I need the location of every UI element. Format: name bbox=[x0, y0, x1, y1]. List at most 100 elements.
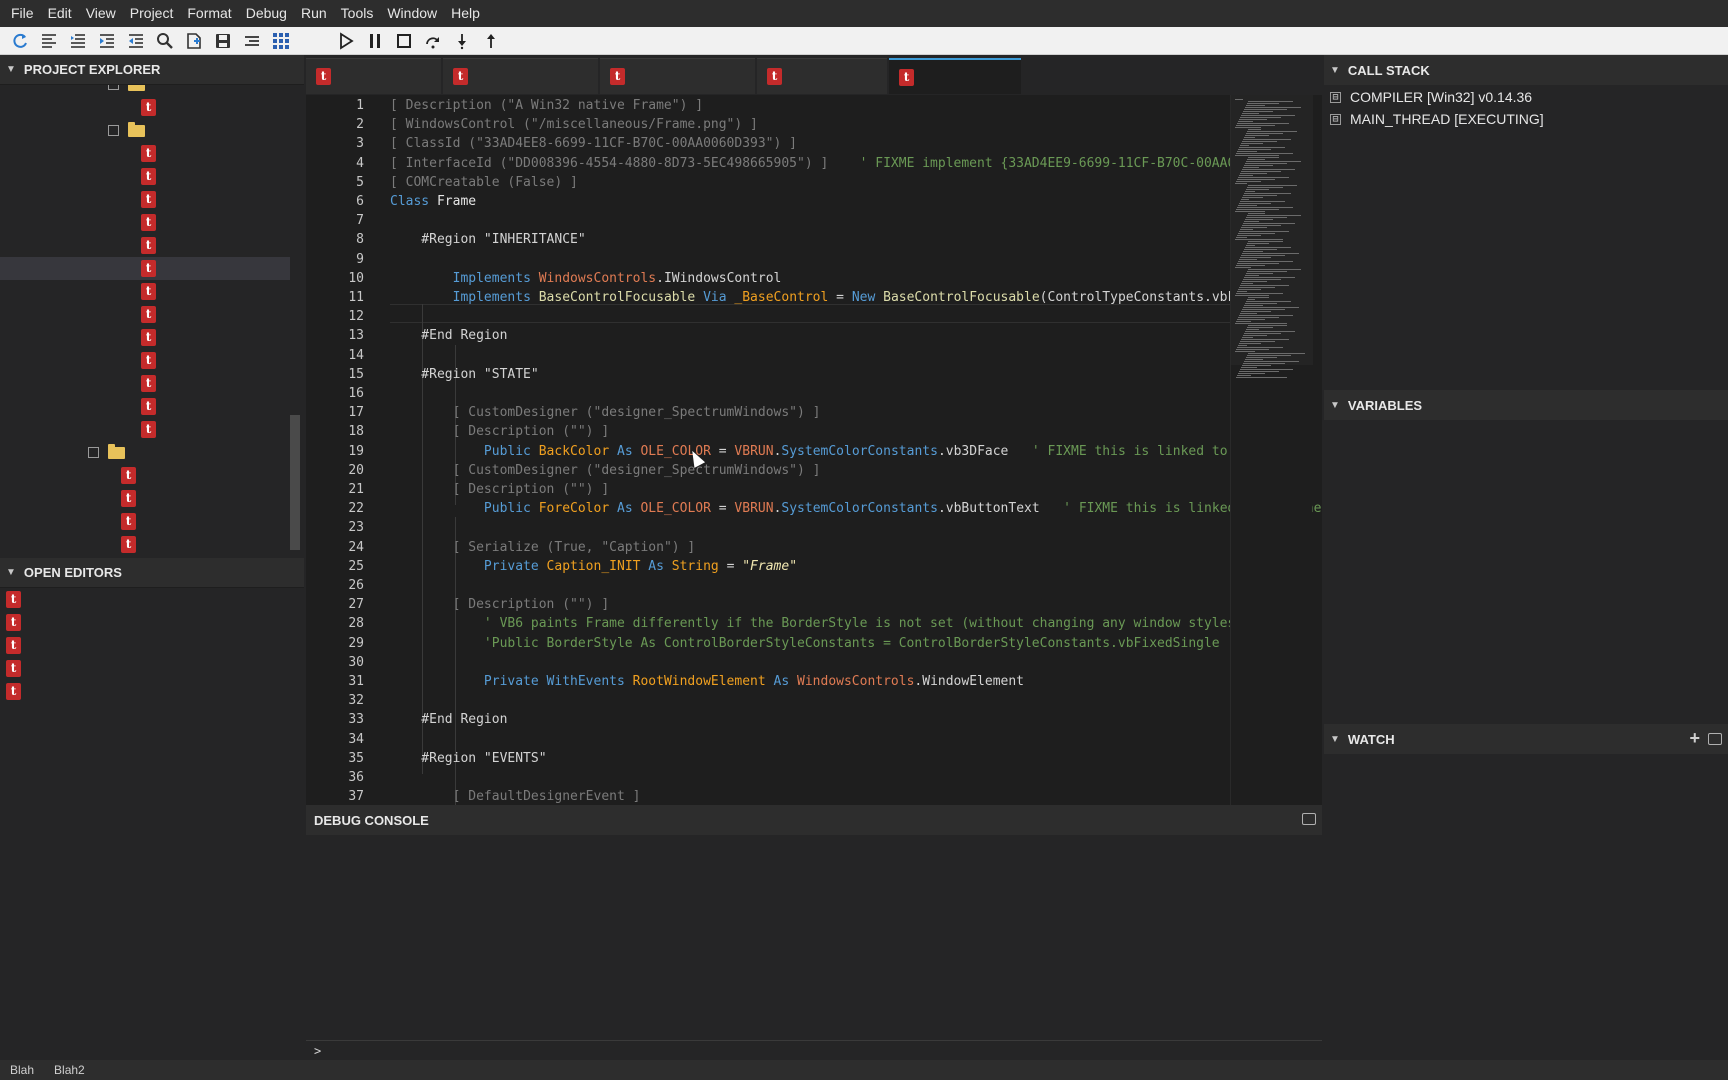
editor-tab[interactable]: t bbox=[600, 58, 755, 94]
tree-file[interactable]: t bbox=[121, 464, 144, 487]
menu-window[interactable]: Window bbox=[380, 0, 444, 27]
code-line[interactable]: [ CustomDesigner ("designer_SpectrumWind… bbox=[390, 403, 821, 422]
project-explorer-header[interactable]: ▼ PROJECT EXPLORER bbox=[0, 55, 304, 85]
code-line[interactable]: Implements BaseControlFocusable Via _Bas… bbox=[390, 288, 1275, 307]
tree-folder[interactable] bbox=[88, 441, 130, 464]
tree-file[interactable]: t bbox=[121, 487, 144, 510]
clear-watch-icon[interactable] bbox=[1708, 733, 1722, 745]
tree-file[interactable]: t bbox=[141, 211, 164, 234]
collapse-triangle-icon[interactable]: ▼ bbox=[6, 64, 16, 75]
code-line[interactable]: [ Description ("") ] bbox=[390, 480, 610, 499]
expand-icon[interactable]: ⊟ bbox=[1330, 91, 1341, 103]
menu-view[interactable]: View bbox=[79, 0, 123, 27]
code-line[interactable]: [ ClassId ("33AD4EE8-6699-11CF-B70C-00AA… bbox=[390, 134, 797, 153]
indent-icon[interactable] bbox=[95, 29, 119, 53]
play-icon[interactable] bbox=[334, 29, 358, 53]
tree-folder[interactable] bbox=[108, 85, 150, 96]
code-line[interactable]: Class Frame bbox=[390, 192, 476, 211]
menu-file[interactable]: File bbox=[4, 0, 41, 27]
code-line[interactable]: #Region "STATE" bbox=[390, 365, 538, 384]
code-line[interactable]: Public ForeColor As OLE_COLOR = VBRUN.Sy… bbox=[390, 499, 1322, 518]
collapse-triangle-icon[interactable]: ▼ bbox=[1330, 65, 1340, 76]
open-editor-item[interactable]: t bbox=[6, 657, 29, 680]
code-minimap[interactable] bbox=[1230, 95, 1313, 805]
menu-run[interactable]: Run bbox=[294, 0, 334, 27]
code-line[interactable]: Private WithEvents RootWindowElement As … bbox=[390, 672, 1024, 691]
refresh-icon[interactable] bbox=[8, 29, 32, 53]
tree-file[interactable]: t bbox=[141, 165, 164, 188]
tree-file[interactable]: t bbox=[141, 280, 164, 303]
code-editor[interactable]: 1 2 3 4 5 6 7 8 9 10 11 12 13 14 15 16 17 18 19 20 21 22 23 24 2… bbox=[306, 95, 1322, 805]
collapse-triangle-icon[interactable]: ▼ bbox=[6, 567, 16, 578]
menu-help[interactable]: Help bbox=[444, 0, 487, 27]
tree-file[interactable]: t bbox=[141, 372, 164, 395]
menu-debug[interactable]: Debug bbox=[239, 0, 294, 27]
clear-console-icon[interactable] bbox=[1302, 813, 1316, 825]
code-line[interactable]: #Region "EVENTS" bbox=[390, 749, 546, 768]
debug-console-input[interactable]: > bbox=[306, 1040, 1322, 1060]
explorer-scrollbar[interactable] bbox=[290, 415, 300, 550]
collapse-triangle-icon[interactable]: ▼ bbox=[1330, 400, 1340, 411]
open-editor-item[interactable]: t bbox=[6, 634, 29, 657]
code-line[interactable]: [ WindowsControl ("/miscellaneous/Frame.… bbox=[390, 115, 758, 134]
tree-file[interactable]: t bbox=[141, 96, 164, 119]
code-lines[interactable]: [ Description ("A Win32 native Frame") ]… bbox=[390, 95, 1322, 805]
editor-tab[interactable]: t bbox=[443, 58, 598, 94]
tree-folder[interactable] bbox=[108, 119, 150, 142]
editor-tab[interactable]: t bbox=[306, 58, 441, 94]
tree-file[interactable]: t bbox=[141, 303, 164, 326]
code-line[interactable]: [ CustomDesigner ("designer_SpectrumWind… bbox=[390, 461, 821, 480]
code-line[interactable]: #End Region bbox=[390, 710, 507, 729]
open-editor-item[interactable]: t bbox=[6, 680, 29, 703]
variables-header[interactable]: ▼ VARIABLES bbox=[1324, 390, 1728, 420]
code-line[interactable]: #Region "INHERITANCE" bbox=[390, 230, 585, 249]
collapse-icon[interactable] bbox=[108, 85, 119, 90]
tree-file[interactable]: t bbox=[141, 234, 164, 257]
tree-file[interactable]: t bbox=[141, 418, 164, 441]
menu-edit[interactable]: Edit bbox=[41, 0, 79, 27]
open-editors-header[interactable]: ▼ OPEN EDITORS bbox=[0, 558, 304, 588]
unindent-icon[interactable] bbox=[124, 29, 148, 53]
collapse-triangle-icon[interactable]: ▼ bbox=[1330, 734, 1340, 745]
step-out-icon[interactable] bbox=[479, 29, 503, 53]
code-line[interactable]: [ COMCreatable (False) ] bbox=[390, 173, 578, 192]
code-line[interactable]: [ Serialize (True, "Caption") ] bbox=[390, 538, 696, 557]
collapse-icon[interactable] bbox=[108, 125, 119, 136]
open-editor-item[interactable]: t bbox=[6, 611, 29, 634]
code-line[interactable]: [ DefaultDesignerEvent ] bbox=[390, 787, 641, 805]
search-icon[interactable] bbox=[153, 29, 177, 53]
step-into-icon[interactable] bbox=[450, 29, 474, 53]
editor-tab[interactable]: t bbox=[757, 58, 887, 94]
code-line[interactable]: Private Caption_INIT As String = "Frame" bbox=[390, 557, 797, 576]
pause-icon[interactable] bbox=[363, 29, 387, 53]
tree-file[interactable]: t bbox=[0, 257, 290, 280]
align-left-icon[interactable] bbox=[37, 29, 61, 53]
new-file-icon[interactable] bbox=[182, 29, 206, 53]
menu-project[interactable]: Project bbox=[123, 0, 181, 27]
code-line[interactable]: #End Region bbox=[390, 326, 507, 345]
watch-header[interactable]: ▼ WATCH + bbox=[1324, 724, 1728, 754]
code-line[interactable]: [ Description ("") ] bbox=[390, 595, 610, 614]
call-stack-item[interactable]: ⊟ COMPILER [Win32] v0.14.36 bbox=[1330, 86, 1532, 108]
tree-file[interactable]: t bbox=[141, 326, 164, 349]
code-line[interactable]: ' VB6 paints Frame differently if the Bo… bbox=[390, 614, 1243, 633]
code-line[interactable]: 'Public BorderStyle As ControlBorderStyl… bbox=[390, 634, 1220, 653]
code-line[interactable]: [ Description ("A Win32 native Frame") ] bbox=[390, 96, 703, 115]
grid-icon[interactable] bbox=[269, 29, 293, 53]
code-line[interactable]: Public BackColor As OLE_COLOR = VBRUN.Sy… bbox=[390, 442, 1306, 461]
save-icon[interactable] bbox=[211, 29, 235, 53]
tree-file[interactable]: t bbox=[141, 142, 164, 165]
tree-file[interactable]: t bbox=[141, 395, 164, 418]
tree-file[interactable]: t bbox=[121, 510, 144, 533]
collapse-icon[interactable] bbox=[88, 447, 99, 458]
stop-icon[interactable] bbox=[392, 29, 416, 53]
menu-format[interactable]: Format bbox=[180, 0, 238, 27]
editor-tab[interactable]: t bbox=[889, 58, 1021, 94]
step-over-icon[interactable] bbox=[421, 29, 445, 53]
add-watch-icon[interactable]: + bbox=[1689, 728, 1700, 749]
outdent-icon[interactable] bbox=[66, 29, 90, 53]
menu-tools[interactable]: Tools bbox=[334, 0, 381, 27]
tree-file[interactable]: t bbox=[141, 349, 164, 372]
tree-file[interactable]: t bbox=[121, 533, 144, 556]
code-line[interactable]: [ Description ("") ] bbox=[390, 422, 610, 441]
